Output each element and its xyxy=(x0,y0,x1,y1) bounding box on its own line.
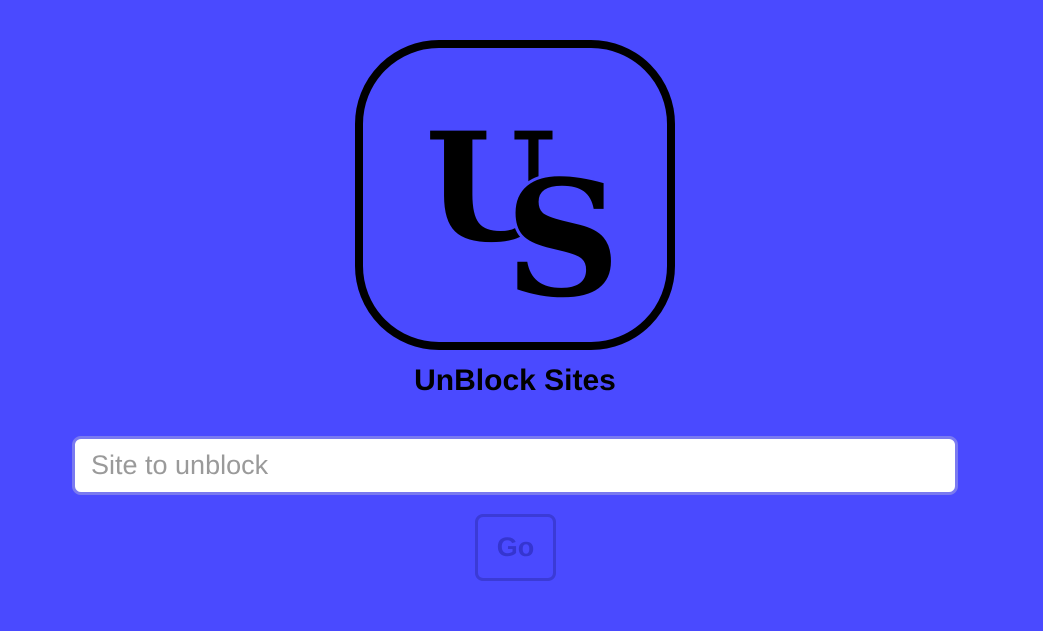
go-button[interactable]: Go xyxy=(475,514,556,581)
svg-text:S: S xyxy=(505,145,621,333)
page-title: UnBlock Sites xyxy=(414,364,616,397)
unblock-page: U S UnBlock Sites Go xyxy=(0,0,1043,631)
site-url-input[interactable] xyxy=(72,436,958,495)
us-logo-icon: U S xyxy=(355,40,675,350)
